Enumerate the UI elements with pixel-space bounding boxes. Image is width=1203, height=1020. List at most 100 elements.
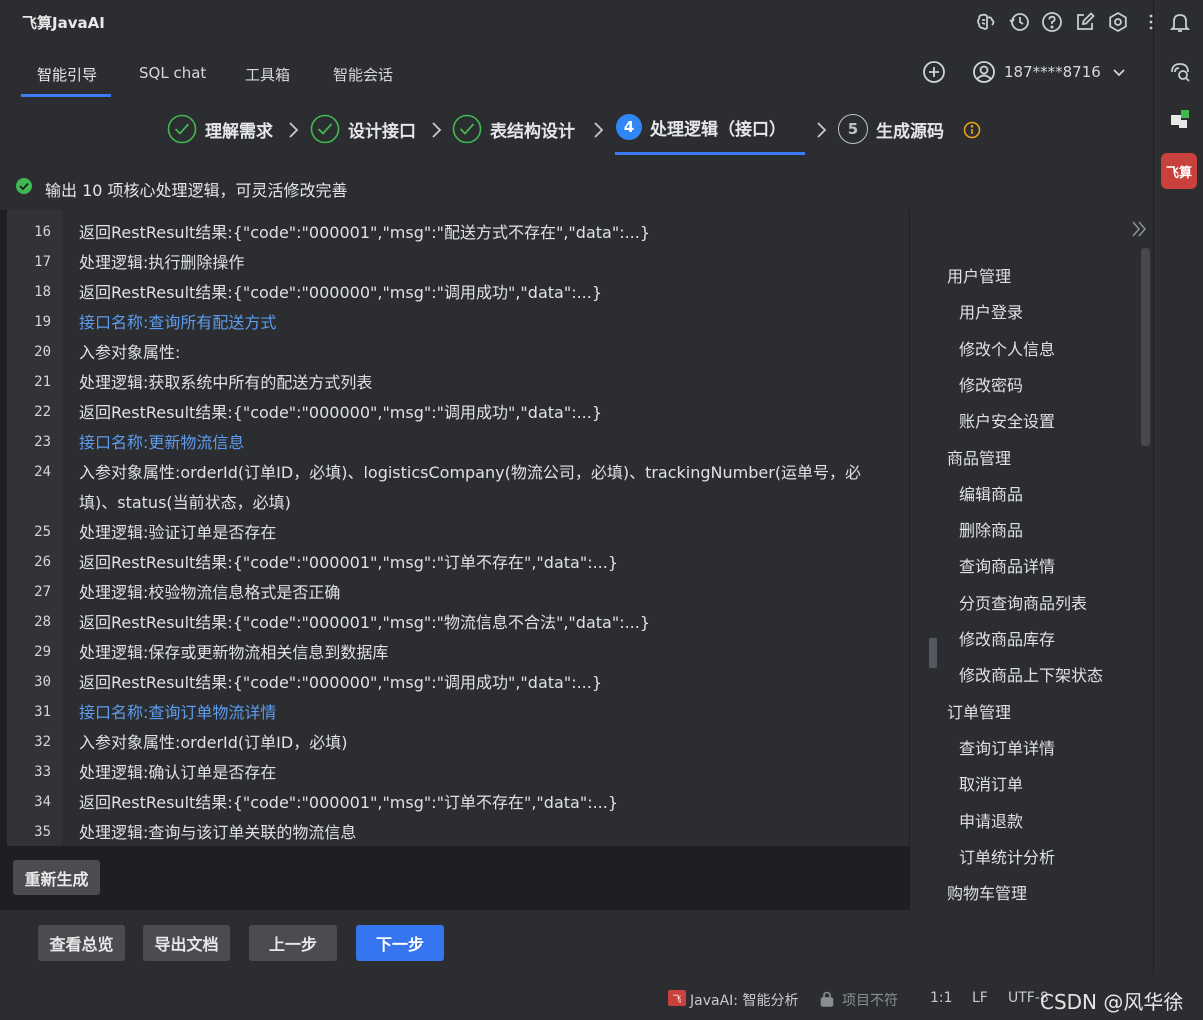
new-session-button[interactable]: [920, 58, 948, 86]
outline-item[interactable]: 查询商品详情: [959, 553, 1055, 577]
feisuan-logo-icon: 飞: [668, 990, 686, 1006]
code-line: 入参对象属性:: [79, 343, 181, 362]
feisuan-logo-icon: 飞算: [1165, 165, 1192, 181]
line-number: 27: [34, 584, 51, 600]
code-line: 返回RestResult结果:{"code":"000000","msg":"调…: [79, 283, 603, 302]
step-number-badge: 5: [838, 114, 868, 144]
line-number: 20: [34, 344, 51, 360]
outline-group[interactable]: 商品管理: [947, 445, 1011, 469]
interface-name-link[interactable]: 接口名称:查询所有配送方式: [79, 308, 899, 338]
line-number: 32: [34, 734, 51, 750]
info-icon[interactable]: [963, 121, 981, 139]
lock-icon: [820, 991, 834, 1007]
outline-item[interactable]: 分页查询商品列表: [959, 590, 1087, 614]
step-label: 理解需求: [205, 121, 273, 142]
line-number: 34: [34, 794, 51, 810]
line-number: 22: [34, 404, 51, 420]
check-circle-icon: [310, 114, 340, 144]
outline-item[interactable]: 取消订单: [959, 771, 1023, 795]
outline-item[interactable]: 用户登录: [959, 299, 1023, 323]
outline-group[interactable]: 购物车管理: [947, 880, 1027, 904]
interface-name-link[interactable]: 接口名称:更新物流信息: [79, 428, 899, 458]
outline-group[interactable]: 用户管理: [947, 263, 1011, 287]
chevron-right-icon: [594, 122, 604, 138]
regenerate-button[interactable]: 重新生成: [13, 860, 100, 895]
outline-group[interactable]: 订单管理: [947, 699, 1011, 723]
active-tab-indicator: [21, 94, 111, 97]
line-number: 26: [34, 554, 51, 570]
step-design-interface[interactable]: 设计接口: [310, 114, 416, 144]
step-number-badge: 4: [616, 114, 642, 140]
step-process-logic[interactable]: 4 处理逻辑（接口）: [616, 112, 786, 142]
banner-text: 输出 10 项核心处理逻辑，可灵活修改完善: [45, 181, 348, 200]
outline-item[interactable]: 账户安全设置: [959, 408, 1055, 432]
status-line-ending[interactable]: LF: [972, 990, 988, 1006]
previous-step-button[interactable]: 上一步: [249, 925, 337, 961]
code-line: 处理逻辑:查询与该订单关联的物流信息: [79, 823, 357, 842]
step-table-design[interactable]: 表结构设计: [452, 114, 575, 144]
tab-smart-guide[interactable]: 智能引导: [37, 64, 97, 85]
edit-icon[interactable]: [1068, 5, 1101, 39]
code-line: 入参对象属性:orderId(订单ID，必填): [79, 733, 348, 752]
line-number: 23: [34, 434, 51, 450]
code-line: 返回RestResult结果:{"code":"000001","msg":"订…: [79, 553, 619, 572]
code-line: 处理逻辑:校验物流信息格式是否正确: [79, 583, 341, 602]
outline-item[interactable]: 修改个人信息: [959, 336, 1055, 360]
chevron-down-icon: [1113, 69, 1125, 77]
line-number: 33: [34, 764, 51, 780]
tab-sql-chat[interactable]: SQL chat: [139, 64, 206, 82]
outline-item[interactable]: 修改商品上下架状态: [959, 662, 1103, 686]
outline-item[interactable]: 查询订单详情: [959, 735, 1055, 759]
ai-assistant-button[interactable]: [1165, 56, 1195, 86]
app-title: 飞算JavaAI: [22, 14, 105, 32]
outline-item[interactable]: 申请退款: [959, 808, 1023, 832]
code-line: 处理逻辑:保存或更新物流相关信息到数据库: [79, 643, 389, 662]
outline-item[interactable]: 修改商品库存: [959, 626, 1055, 650]
settings-icon[interactable]: [1101, 5, 1134, 39]
interface-name-link[interactable]: 接口名称:查询订单物流详情: [79, 698, 899, 728]
ai-chat-icon: [1171, 63, 1190, 82]
status-project: 项目不符: [842, 993, 898, 1009]
line-number: 25: [34, 524, 51, 540]
editor-scroll-thumb[interactable]: [929, 638, 937, 668]
view-overview-button[interactable]: 查看总览: [38, 925, 125, 961]
notifications-button[interactable]: [1165, 7, 1195, 37]
chevron-right-icon: [289, 122, 299, 138]
line-number: 21: [34, 374, 51, 390]
brain-icon[interactable]: [969, 5, 1002, 39]
line-number: 31: [34, 704, 51, 720]
tab-smart-chat[interactable]: 智能会话: [333, 64, 393, 85]
history-icon[interactable]: [1002, 5, 1035, 39]
export-doc-button[interactable]: 导出文档: [143, 925, 230, 961]
outline-scrollbar[interactable]: [1141, 248, 1150, 446]
help-icon[interactable]: [1035, 5, 1068, 39]
status-plugin[interactable]: JavaAI: 智能分析: [690, 990, 798, 1010]
outline-item[interactable]: 删除商品: [959, 517, 1023, 541]
success-check-icon: [16, 178, 32, 194]
code-line: 返回RestResult结果:{"code":"000001","msg":"物…: [79, 613, 651, 632]
status-cursor-position[interactable]: 1:1: [930, 990, 953, 1006]
next-step-button[interactable]: 下一步: [356, 925, 444, 961]
step-label: 生成源码: [876, 121, 944, 142]
plugin-button[interactable]: [1165, 104, 1195, 134]
code-line: 处理逻辑:获取系统中所有的配送方式列表: [79, 373, 373, 392]
step-understand-requirements[interactable]: 理解需求: [167, 114, 273, 144]
step-generate-source[interactable]: 5 生成源码: [838, 114, 944, 144]
user-avatar-icon: [973, 61, 995, 83]
logic-editor[interactable]: 16 返回RestResult结果:{"code":"000001","msg":…: [7, 210, 909, 846]
right-tool-strip: [1153, 0, 1203, 974]
outline-item[interactable]: 订单统计分析: [959, 844, 1055, 868]
collapse-panel-icon[interactable]: [1128, 218, 1150, 240]
outline-item[interactable]: 修改密码: [959, 372, 1023, 396]
outline-item[interactable]: 编辑商品: [959, 481, 1023, 505]
tab-toolbox[interactable]: 工具箱: [245, 64, 290, 85]
code-line: 返回RestResult结果:{"code":"000000","msg":"调…: [79, 403, 603, 422]
user-menu[interactable]: 187****8716: [972, 58, 1129, 86]
bell-icon: [1169, 14, 1191, 32]
chevron-right-icon: [817, 122, 827, 138]
feisuan-plugin-button[interactable]: 飞算: [1161, 153, 1197, 189]
code-line: 处理逻辑:执行删除操作: [79, 253, 245, 272]
code-line: 返回RestResult结果:{"code":"000001","msg":"配…: [79, 223, 651, 242]
chevron-right-icon: [432, 122, 442, 138]
code-line: 处理逻辑:验证订单是否存在: [79, 523, 277, 542]
